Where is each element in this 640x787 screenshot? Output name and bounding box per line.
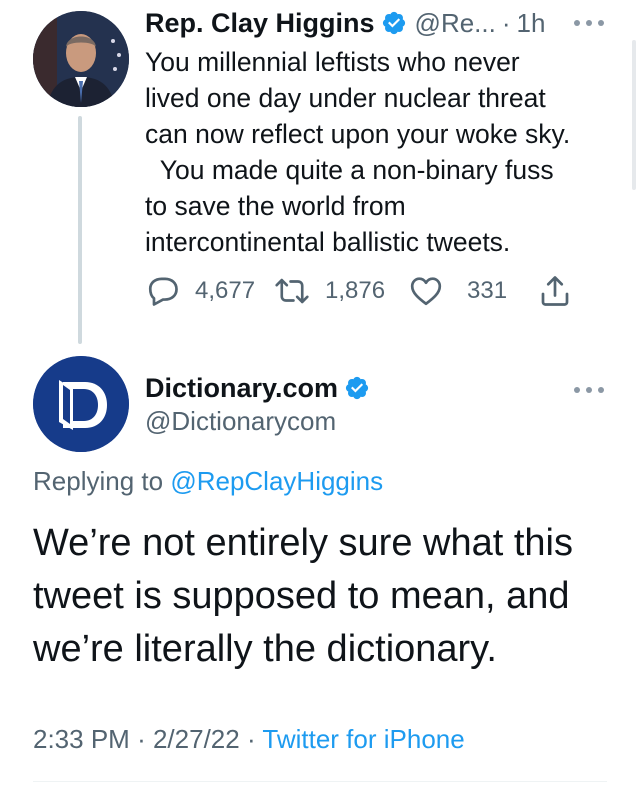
verified-badge-icon bbox=[381, 10, 407, 36]
like-action[interactable]: 331 bbox=[407, 272, 507, 310]
share-icon bbox=[541, 276, 569, 306]
reply-bubble-icon bbox=[148, 277, 178, 306]
parent-tweet-actions: 4,677 1,876 331 bbox=[145, 272, 595, 310]
like-count: 331 bbox=[467, 277, 508, 304]
parent-author-handle[interactable]: @Re... bbox=[415, 8, 496, 39]
reply-author-name[interactable]: Dictionary.com bbox=[145, 373, 338, 404]
reply-author-avatar[interactable] bbox=[33, 356, 129, 452]
reply-tweet-text: We’re not entirely sure what this tweet … bbox=[33, 522, 573, 670]
more-dots-icon[interactable] bbox=[572, 385, 606, 395]
parent-author-name[interactable]: Rep. Clay Higgins bbox=[145, 8, 375, 39]
replying-to-label: Replying to bbox=[33, 466, 164, 496]
scrollbar[interactable] bbox=[632, 40, 636, 190]
thread-connector-line bbox=[78, 116, 82, 344]
reply-tweet-meta: 2:33 PM · 2/27/22 · Twitter for iPhone bbox=[33, 724, 465, 755]
reply-author-handle[interactable]: @Dictionarycom bbox=[145, 406, 336, 437]
share-action[interactable] bbox=[537, 272, 573, 310]
reply-count: 4,677 bbox=[195, 277, 256, 304]
parent-author-avatar[interactable] bbox=[33, 11, 129, 107]
retweet-action[interactable]: 1,876 bbox=[273, 272, 385, 310]
heart-icon bbox=[410, 277, 442, 306]
parent-tweet-text: You millennial leftists who never lived … bbox=[145, 47, 571, 257]
bottom-divider bbox=[33, 781, 607, 782]
verified-badge-icon bbox=[344, 375, 370, 401]
reply-tweet-header: Dictionary.com bbox=[145, 368, 370, 408]
retweet-icon bbox=[275, 278, 309, 304]
parent-author-photo bbox=[33, 11, 129, 107]
tweet-date[interactable]: 2/27/22 bbox=[153, 724, 240, 754]
parent-time-ago[interactable]: 1h bbox=[517, 8, 546, 39]
reply-action[interactable]: 4,677 bbox=[145, 272, 255, 310]
tweet-time[interactable]: 2:33 PM bbox=[33, 724, 130, 754]
header-separator: · bbox=[501, 7, 511, 38]
more-dots-icon[interactable] bbox=[572, 18, 606, 28]
dictionary-logo-icon bbox=[33, 356, 129, 452]
parent-tweet-header: Rep. Clay Higgins @Re... · 1h bbox=[145, 3, 545, 43]
retweet-count: 1,876 bbox=[325, 277, 386, 304]
tweet-thread: Rep. Clay Higgins @Re... · 1h You millen… bbox=[0, 0, 640, 787]
replying-to-line: Replying to @RepClayHiggins bbox=[33, 466, 383, 497]
meta-separator: · bbox=[137, 724, 146, 754]
tweet-client-link[interactable]: Twitter for iPhone bbox=[262, 724, 464, 754]
replying-to-mention-link[interactable]: @RepClayHiggins bbox=[170, 466, 383, 496]
meta-separator: · bbox=[246, 724, 256, 754]
